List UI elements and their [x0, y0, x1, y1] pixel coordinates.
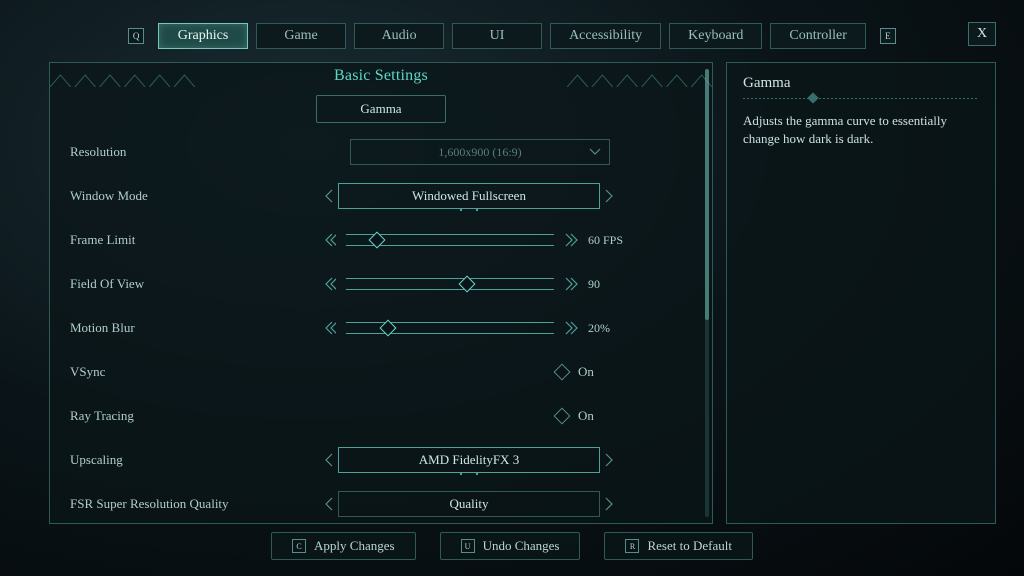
- tab-audio[interactable]: Audio: [354, 23, 444, 49]
- tab-accessibility[interactable]: Accessibility: [550, 23, 661, 49]
- row-motion-blur: Motion Blur 20%: [70, 309, 696, 347]
- window-mode-next-arrow[interactable]: [602, 187, 616, 205]
- frame-limit-slider[interactable]: [346, 234, 554, 246]
- vsync-toggle[interactable]: [554, 364, 571, 381]
- vsync-value: On: [578, 364, 594, 380]
- tab-keyboard[interactable]: Keyboard: [669, 23, 762, 49]
- slider-thumb-icon[interactable]: [369, 232, 386, 249]
- bottom-button-bar: C Apply Changes U Undo Changes R Reset t…: [0, 532, 1024, 560]
- window-mode-value: Windowed Fullscreen: [412, 188, 526, 204]
- undo-key-hint: U: [461, 539, 475, 553]
- fsr-quality-prev-arrow[interactable]: [322, 495, 336, 513]
- frame-limit-label: Frame Limit: [70, 232, 340, 248]
- fov-slider[interactable]: [346, 278, 554, 290]
- fov-value: 90: [588, 277, 628, 292]
- window-mode-prev-arrow[interactable]: [322, 187, 336, 205]
- fov-label: Field Of View: [70, 276, 340, 292]
- row-resolution: Resolution 1,600x900 (16:9): [70, 133, 696, 171]
- apply-key-hint: C: [292, 539, 306, 553]
- chevron-down-icon: [589, 148, 601, 156]
- row-upscaling: Upscaling AMD FidelityFX 3: [70, 441, 696, 479]
- undo-label: Undo Changes: [483, 538, 560, 554]
- fsr-quality-value: Quality: [450, 496, 489, 512]
- fov-increase[interactable]: [564, 274, 578, 294]
- apply-changes-button[interactable]: C Apply Changes: [271, 532, 416, 560]
- ray-tracing-value: On: [578, 408, 594, 424]
- upscaling-prev-arrow[interactable]: [322, 451, 336, 469]
- row-fov: Field Of View 90: [70, 265, 696, 303]
- fsr-quality-next-arrow[interactable]: [602, 495, 616, 513]
- row-ray-tracing: Ray Tracing On: [70, 397, 696, 435]
- motion-blur-decrease[interactable]: [322, 318, 336, 338]
- tab-ui[interactable]: UI: [452, 23, 542, 49]
- decorative-divider: [743, 94, 979, 104]
- frame-limit-decrease[interactable]: [322, 230, 336, 250]
- scrollbar-thumb[interactable]: [705, 69, 709, 320]
- fsr-quality-label: FSR Super Resolution Quality: [70, 496, 340, 512]
- reset-label: Reset to Default: [647, 538, 731, 554]
- upscaling-selector[interactable]: AMD FidelityFX 3: [338, 447, 600, 473]
- info-panel: Gamma Adjusts the gamma curve to essenti…: [726, 62, 996, 524]
- resolution-label: Resolution: [70, 144, 340, 160]
- close-button[interactable]: X: [968, 22, 996, 46]
- window-mode-label: Window Mode: [70, 188, 340, 204]
- motion-blur-increase[interactable]: [564, 318, 578, 338]
- info-body: Adjusts the gamma curve to essentially c…: [743, 112, 979, 148]
- motion-blur-value: 20%: [588, 321, 628, 336]
- fsr-quality-selector[interactable]: Quality: [338, 491, 600, 517]
- gamma-button[interactable]: Gamma: [316, 95, 446, 123]
- row-vsync: VSync On: [70, 353, 696, 391]
- resolution-value: 1,600x900 (16:9): [438, 145, 521, 160]
- ray-tracing-label: Ray Tracing: [70, 408, 340, 424]
- tab-graphics[interactable]: Graphics: [158, 23, 248, 49]
- apply-label: Apply Changes: [314, 538, 395, 554]
- undo-changes-button[interactable]: U Undo Changes: [440, 532, 581, 560]
- info-title: Gamma: [743, 75, 979, 92]
- frame-limit-increase[interactable]: [564, 230, 578, 250]
- ray-tracing-toggle[interactable]: [554, 408, 571, 425]
- tab-game[interactable]: Game: [256, 23, 346, 49]
- slider-thumb-icon[interactable]: [458, 276, 475, 293]
- slider-thumb-icon[interactable]: [379, 320, 396, 337]
- motion-blur-label: Motion Blur: [70, 320, 340, 336]
- settings-scrollbar[interactable]: [705, 69, 709, 517]
- tab-controller[interactable]: Controller: [770, 23, 866, 49]
- row-fsr-quality: FSR Super Resolution Quality Quality: [70, 485, 696, 523]
- row-window-mode: Window Mode Windowed Fullscreen: [70, 177, 696, 215]
- prev-tab-key-hint: Q: [128, 28, 144, 44]
- window-mode-selector[interactable]: Windowed Fullscreen: [338, 183, 600, 209]
- section-title: Basic Settings: [66, 67, 696, 85]
- reset-default-button[interactable]: R Reset to Default: [604, 532, 752, 560]
- resolution-dropdown[interactable]: 1,600x900 (16:9): [350, 139, 610, 165]
- upscaling-label: Upscaling: [70, 452, 340, 468]
- frame-limit-value: 60 FPS: [588, 233, 628, 248]
- upscaling-value: AMD FidelityFX 3: [419, 452, 519, 468]
- next-tab-key-hint: E: [880, 28, 896, 44]
- fov-decrease[interactable]: [322, 274, 336, 294]
- motion-blur-slider[interactable]: [346, 322, 554, 334]
- vsync-label: VSync: [70, 364, 340, 380]
- settings-list: Resolution 1,600x900 (16:9) Window Mode: [66, 133, 696, 523]
- top-tab-bar: Q Graphics Game Audio UI Accessibility K…: [0, 23, 1024, 49]
- upscaling-next-arrow[interactable]: [602, 451, 616, 469]
- settings-panel: Basic Settings Gamma Resolution 1,600x90…: [49, 62, 713, 524]
- reset-key-hint: R: [625, 539, 639, 553]
- row-frame-limit: Frame Limit 60 FPS: [70, 221, 696, 259]
